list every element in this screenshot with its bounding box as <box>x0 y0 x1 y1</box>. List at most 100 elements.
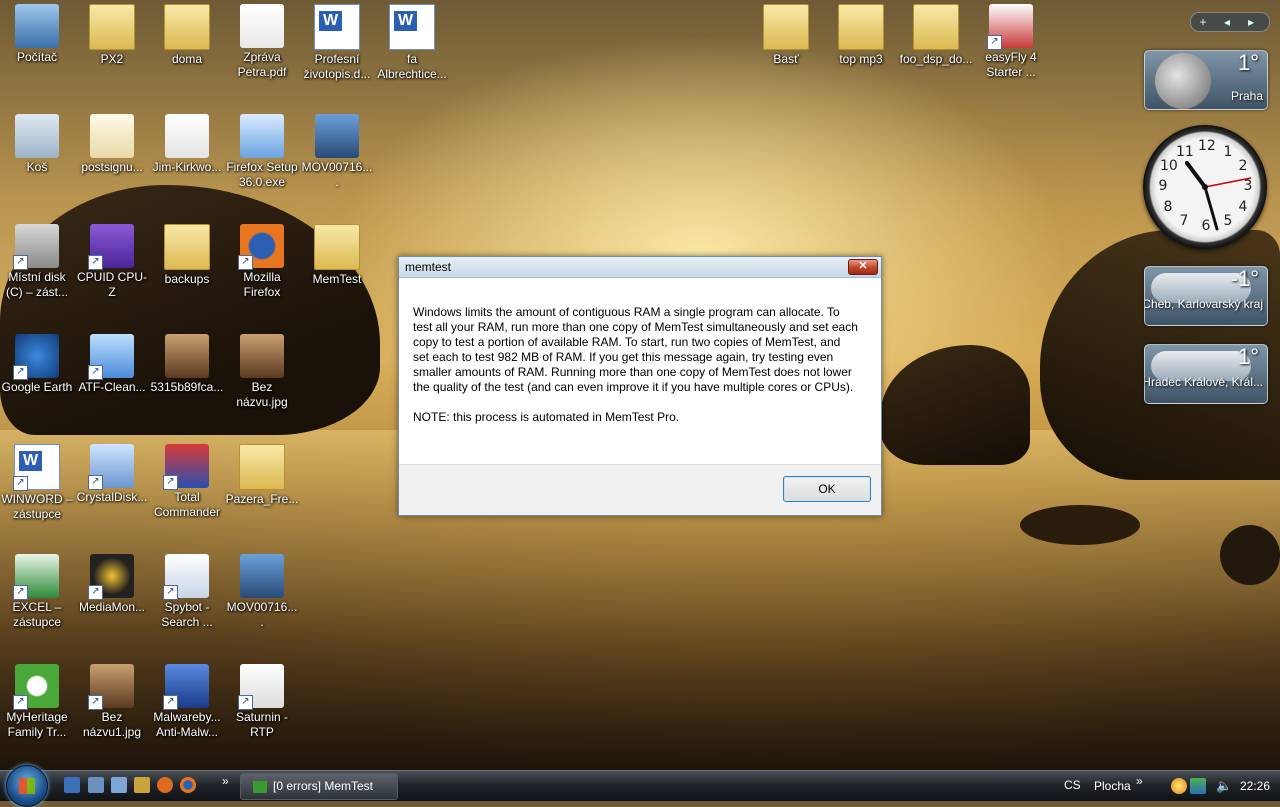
toolbar-more-icon[interactable]: » <box>1136 774 1143 788</box>
quicklaunch-more-icon[interactable]: » <box>222 774 229 788</box>
desktop-icon[interactable]: ↗ Malwareby... Anti-Malw... <box>150 664 224 740</box>
firefox-icon[interactable] <box>180 777 196 793</box>
desktop-icon[interactable]: top mp3 <box>824 4 898 67</box>
desktop-icon[interactable]: Pazera_Fre... <box>225 444 299 507</box>
sidebar-controls[interactable]: + ◂ ▸ <box>1190 12 1270 32</box>
weather-temp: 1° <box>1237 50 1259 75</box>
desktop-icon[interactable]: PX2 <box>75 4 149 67</box>
shortcut-arrow-icon: ↗ <box>13 365 28 380</box>
word-letter-icon: W <box>319 11 343 31</box>
desktop-icon[interactable]: W ↗ WINWORD – zástupce <box>0 444 74 522</box>
ok-button[interactable]: OK <box>783 476 871 502</box>
myheritage-icon: ↗ <box>13 664 59 710</box>
close-button[interactable]: ✕ <box>848 259 878 275</box>
desktop-icon[interactable]: Zpráva Petra.pdf <box>225 4 299 80</box>
add-gadget-button[interactable]: + <box>1191 13 1215 31</box>
desktop-icon[interactable]: MOV00716.... <box>225 554 299 630</box>
volume-icon[interactable]: 🔈 <box>1216 778 1232 794</box>
folder-icon <box>164 224 210 270</box>
folder-icon <box>763 4 809 50</box>
moon-icon <box>1155 53 1211 109</box>
desktop-icon-label: Saturnin - RTP <box>235 710 289 739</box>
desktop-icon[interactable]: ↗ CPUID CPU-Z <box>75 224 149 300</box>
desktop-icon[interactable]: ↗ Bez názvu1.jpg <box>75 664 149 740</box>
desktop-icon[interactable]: postsignu... <box>75 114 149 175</box>
desktop-icon-label: Malwareby... Anti-Malw... <box>153 710 221 739</box>
desktop-icon[interactable]: ↗ Google Earth <box>0 334 74 395</box>
desktop-icon[interactable]: ↗ Spybot - Search ... <box>150 554 224 630</box>
crystaldisk-icon: ↗ <box>88 444 134 490</box>
desktop-icon[interactable]: Wfa Albrechtice... <box>375 4 449 82</box>
desktop-icon[interactable]: doma <box>150 4 224 67</box>
desktop-icon-label: CPUID CPU-Z <box>76 270 147 299</box>
desktop-icon-label: MOV00716.... <box>301 160 373 189</box>
show-desktop-icon[interactable] <box>64 777 80 793</box>
word-letter-icon: W <box>394 11 418 31</box>
image-icon <box>240 334 284 378</box>
taskbar-button-memtest[interactable]: [0 errors] MemTest <box>240 773 398 800</box>
tray-app-icon[interactable] <box>1171 778 1187 794</box>
desktop-icon-label: foo_dsp_do... <box>899 52 973 66</box>
desktop-icon[interactable]: ↗ Total Commander <box>150 444 224 520</box>
malwarebytes-icon: ↗ <box>163 664 209 710</box>
desktop-icon[interactable]: MemTest <box>300 224 374 287</box>
weather-gadget-praha[interactable]: 1° Praha <box>1144 50 1268 110</box>
desktop-icon-label: PX2 <box>100 52 124 66</box>
start-button[interactable] <box>6 765 48 807</box>
desktop-icon[interactable]: MOV00716.... <box>300 114 374 190</box>
next-gadget-icon[interactable]: ▸ <box>1239 13 1263 31</box>
network-icon[interactable] <box>1190 778 1206 794</box>
desktop-icon[interactable]: ↗ EXCEL – zástupce <box>0 554 74 630</box>
tools-icon[interactable] <box>134 777 150 793</box>
desktop-icon[interactable]: backups <box>150 224 224 287</box>
desktop-icon[interactable]: Firefox Setup 36.0.exe <box>225 114 299 190</box>
prev-gadget-icon[interactable]: ◂ <box>1215 13 1239 31</box>
desktop-icon[interactable]: Koš <box>0 114 74 175</box>
desktop-icon-label: EXCEL – zástupce <box>12 600 62 629</box>
desktop-icon[interactable]: ↗ Místní disk (C) – zást... <box>0 224 74 300</box>
saturnin-icon: ↗ <box>238 664 284 710</box>
shortcut-arrow-icon: ↗ <box>88 585 103 600</box>
desktop-icon[interactable]: ↗ easyFly 4 Starter ... <box>974 4 1048 80</box>
rock-small <box>1020 505 1140 545</box>
weather-city: Hradec Králové, Král... <box>1144 375 1263 389</box>
desktop-icon[interactable]: Basť <box>749 4 823 67</box>
shortcut-arrow-icon: ↗ <box>163 585 178 600</box>
switch-windows-icon[interactable] <box>88 777 104 793</box>
computer-icon[interactable] <box>111 777 127 793</box>
avast-icon[interactable] <box>157 777 173 793</box>
desktop-icon[interactable]: ↗ MediaMon... <box>75 554 149 615</box>
desktop-icon[interactable]: Jim-Kirkwo... <box>150 114 224 175</box>
shortcut-arrow-icon: ↗ <box>88 365 103 380</box>
desktop-icon-label: Bez názvu.jpg <box>236 380 288 409</box>
weather-gadget-hradec[interactable]: 1° Hradec Králové, Král... <box>1144 344 1268 404</box>
clock-gadget[interactable]: 12 1 2 3 4 5 6 7 8 9 10 11 <box>1143 125 1267 249</box>
clock-number: 1 <box>1223 144 1233 160</box>
desktop-toolbar[interactable]: Plocha <box>1094 779 1131 793</box>
clock-time[interactable]: 22:26 <box>1240 779 1270 793</box>
desktop-icon[interactable]: ↗ Mozilla Firefox <box>225 224 299 300</box>
desktop-icon[interactable]: W Profesní životopis.d... <box>300 4 374 82</box>
desktop-icon[interactable]: foo_dsp_do... <box>899 4 973 67</box>
desktop-icon[interactable]: ↗ MyHeritage Family Tr... <box>0 664 74 740</box>
word-letter-icon: W <box>19 451 43 471</box>
desktop-icon-label: Koš <box>26 160 48 174</box>
dialog-titlebar[interactable]: memtest ✕ <box>399 257 881 278</box>
desktop-icon[interactable]: Bez názvu.jpg <box>225 334 299 410</box>
desktop-icon[interactable]: ↗ ATF-Clean... <box>75 334 149 395</box>
desktop-icon[interactable]: ↗ CrystalDisk... <box>75 444 149 505</box>
desktop-icon-label: Jim-Kirkwo... <box>152 160 222 174</box>
folder-icon <box>913 4 959 50</box>
desktop-icon-label: Firefox Setup 36.0.exe <box>226 160 298 189</box>
excel-icon: ↗ <box>13 554 59 600</box>
pdf-icon <box>240 4 284 48</box>
desktop-icon[interactable]: 5315b89fca... <box>150 334 224 395</box>
desktop-icon-label: Pazera_Fre... <box>225 492 299 506</box>
desktop-icon-label: backups <box>164 272 210 286</box>
folder-icon <box>239 444 285 490</box>
desktop-icon-label: MemTest <box>312 272 362 286</box>
desktop-icon[interactable]: ↗ Saturnin - RTP <box>225 664 299 740</box>
language-indicator[interactable]: CS <box>1064 778 1081 792</box>
desktop-icon[interactable]: Počítač <box>0 4 74 65</box>
weather-gadget-cheb[interactable]: -1° Cheb, Karlovarský kraj <box>1144 266 1268 326</box>
